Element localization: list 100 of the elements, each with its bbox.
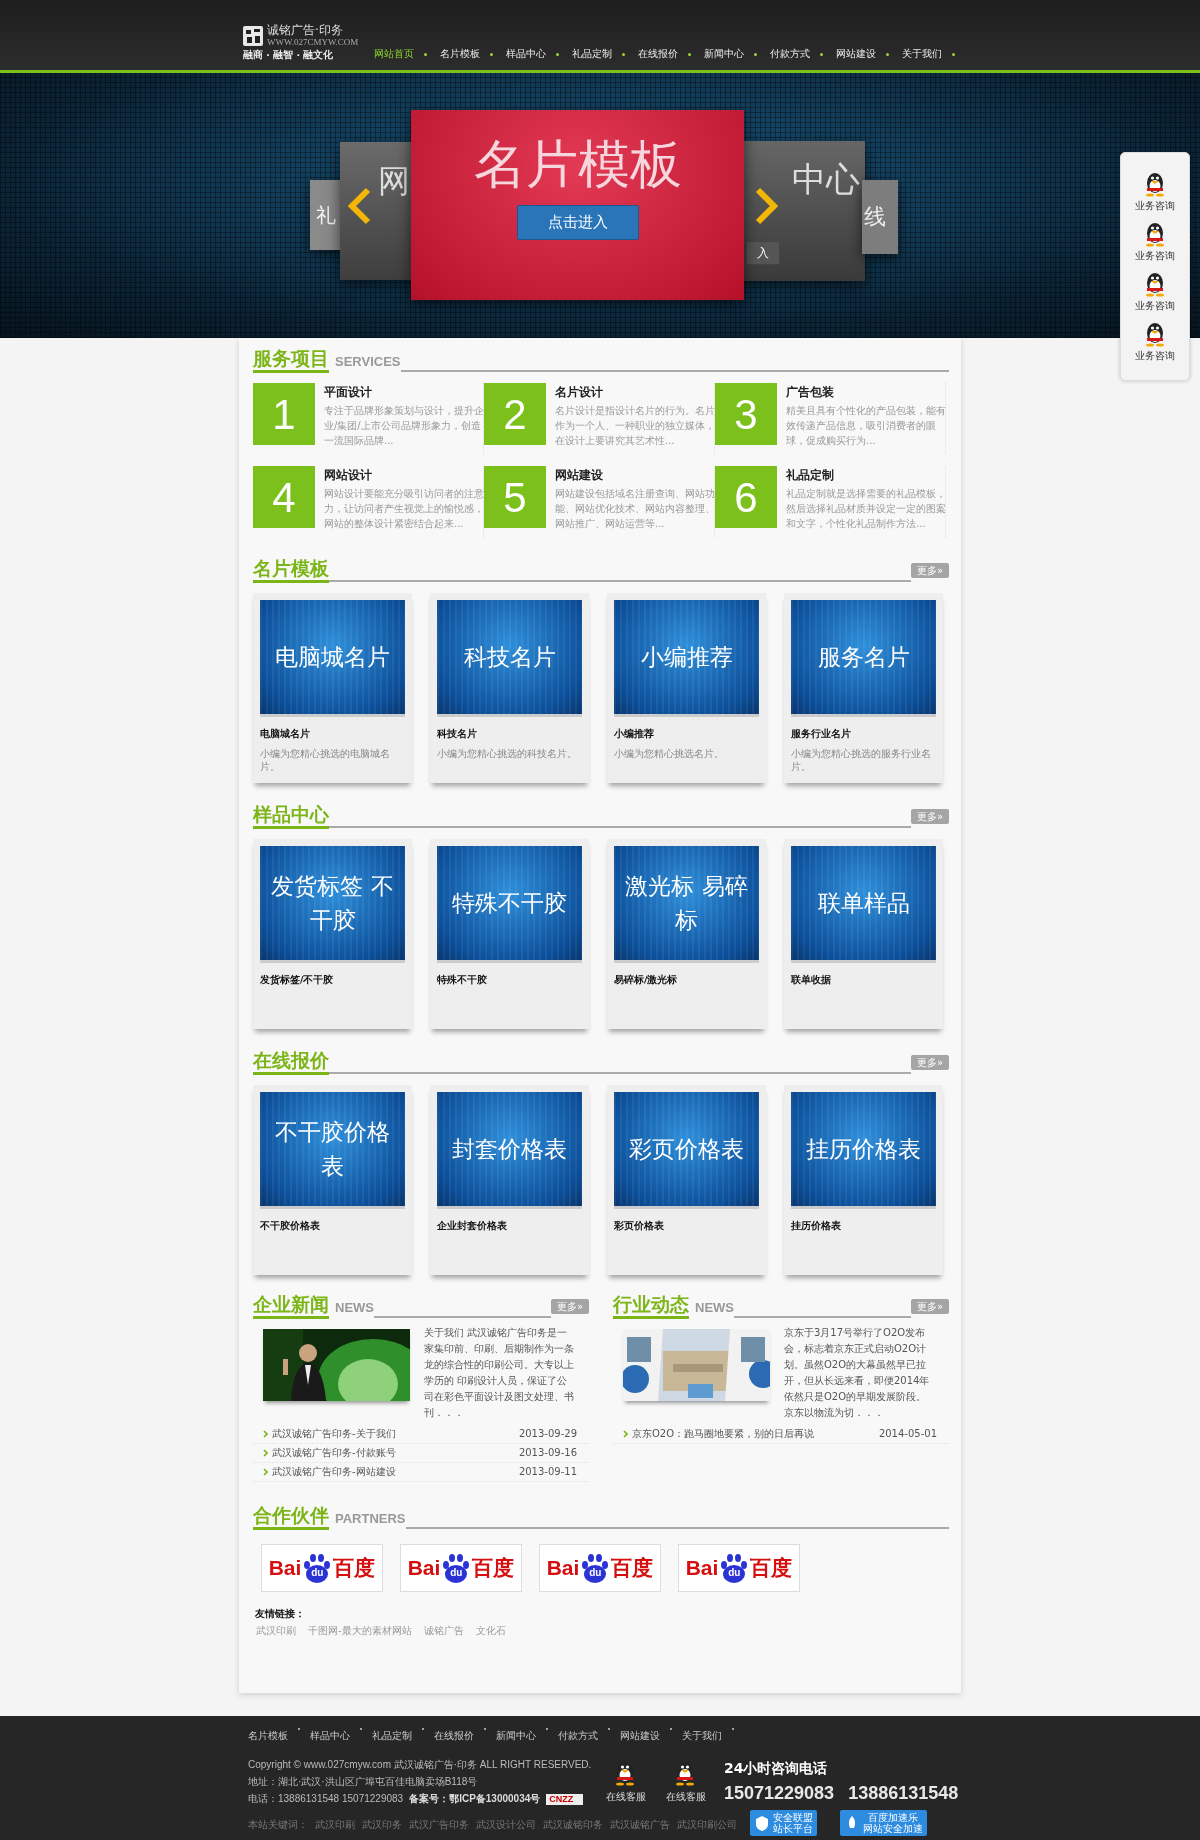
section-subtitle: NEWS bbox=[335, 1300, 374, 1316]
card-image: 发货标签 不干胶 bbox=[260, 846, 405, 963]
nav-link[interactable]: 付款方式 bbox=[770, 47, 831, 61]
consult-button[interactable]: 业务咨询 bbox=[1135, 169, 1175, 213]
nav-link[interactable]: 新闻中心 bbox=[704, 47, 765, 61]
product-card[interactable]: 封套价格表 企业封套价格表 bbox=[430, 1085, 589, 1275]
product-card[interactable]: 电脑城名片 电脑城名片 小编为您精心挑选的电脑城名片。 bbox=[253, 593, 412, 783]
chevron-icon bbox=[263, 1430, 268, 1438]
chevron-icon bbox=[263, 1449, 268, 1457]
service-title[interactable]: 网站设计 bbox=[324, 466, 485, 484]
news-summary: 京东于3月17号举行了O2O发布会，标志着京东正式启动O2O计划。虽然O2O的大幕虽然早已拉开，但从长远来看，即便2014年依然只是O2O的早期发展阶段。京东以物流为切．．． bbox=[784, 1326, 931, 1420]
section-subtitle: SERVICES bbox=[335, 354, 401, 370]
footer-link[interactable]: 网站建设 bbox=[620, 1728, 660, 1743]
partner-logo[interactable]: Bai du 百度 bbox=[678, 1544, 800, 1592]
address-text: 地址：湖北·武汉·洪山区广埠屯百佳电脑卖场B118号 bbox=[248, 1775, 479, 1789]
nav-link[interactable]: 名片模板 bbox=[440, 47, 501, 61]
slide-title: 线 bbox=[864, 204, 886, 230]
partner-logo[interactable]: Bai du 百度 bbox=[261, 1544, 383, 1592]
nav-link[interactable]: 网站首页 bbox=[374, 47, 435, 61]
counter-badge[interactable]: CNZZ bbox=[546, 1794, 584, 1805]
service-title[interactable]: 网站建设 bbox=[555, 466, 716, 484]
number-tile: 6 bbox=[715, 466, 777, 528]
partner-logo[interactable]: Bai du 百度 bbox=[400, 1544, 522, 1592]
card-title: 联单收据 bbox=[791, 973, 832, 987]
product-card[interactable]: 联单样品 联单收据 bbox=[784, 839, 943, 1029]
footer-link[interactable]: 新闻中心 bbox=[496, 1728, 536, 1743]
product-card[interactable]: 特殊不干胶 特殊不干胶 bbox=[430, 839, 589, 1029]
keyword-link[interactable]: 武汉诚铭印务 bbox=[543, 1817, 603, 1832]
number-tile: 3 bbox=[715, 383, 777, 445]
service-description: 精美且具有个性化的产品包装，能有效传递产品信息，吸引消费者的眼球，促成购买行为... bbox=[786, 404, 947, 448]
card-image: 封套价格表 bbox=[437, 1092, 582, 1209]
news-date: 2014-05-01 bbox=[878, 1428, 937, 1440]
nav-link[interactable]: 关于我们 bbox=[902, 47, 963, 61]
footer-link[interactable]: 付款方式 bbox=[558, 1728, 598, 1743]
keyword-link[interactable]: 武汉印务 bbox=[362, 1817, 402, 1832]
service-title[interactable]: 名片设计 bbox=[555, 383, 716, 401]
consult-button[interactable]: 业务咨询 bbox=[1135, 219, 1175, 263]
service-title[interactable]: 礼品定制 bbox=[786, 466, 947, 484]
card-title: 发货标签/不干胶 bbox=[260, 973, 335, 987]
section-subtitle: NEWS bbox=[695, 1300, 734, 1316]
card-title: 彩页价格表 bbox=[614, 1219, 665, 1233]
card-title: 特殊不干胶 bbox=[437, 973, 488, 987]
service-title[interactable]: 广告包装 bbox=[786, 383, 947, 401]
nav-link[interactable]: 样品中心 bbox=[506, 47, 567, 61]
nav-link[interactable]: 礼品定制 bbox=[572, 47, 633, 61]
footer-link[interactable]: 样品中心 bbox=[310, 1728, 350, 1743]
card-title: 易碎标/激光标 bbox=[614, 973, 679, 987]
hotline-number: 15071229083 bbox=[724, 1782, 835, 1805]
news-link[interactable]: 武汉诚铭广告印务-关于我们 bbox=[263, 1428, 396, 1440]
nav-link[interactable]: 在线报价 bbox=[638, 47, 699, 61]
news-link[interactable]: 京东O2O：跑马圈地要紧，别的日后再说 bbox=[623, 1428, 815, 1440]
product-card[interactable]: 彩页价格表 彩页价格表 bbox=[607, 1085, 766, 1275]
hotline-title: 24小时咨询电话 bbox=[724, 1759, 828, 1778]
keyword-link[interactable]: 武汉设计公司 bbox=[476, 1817, 536, 1832]
shield-icon bbox=[754, 1815, 770, 1831]
product-card[interactable]: 激光标 易碎标 易碎标/激光标 bbox=[607, 839, 766, 1029]
card-image: 特殊不干胶 bbox=[437, 846, 582, 963]
footer-link[interactable]: 在线报价 bbox=[434, 1728, 474, 1743]
section-title: 在线报价 bbox=[253, 1048, 329, 1075]
icp-number: 备案号：鄂ICP备13000034号 bbox=[409, 1793, 541, 1804]
nav-link[interactable]: 网站建设 bbox=[836, 47, 897, 61]
product-card[interactable]: 小编推荐 小编推荐 小编为您精心挑选名片。 bbox=[607, 593, 766, 783]
slide-button[interactable]: 入 bbox=[746, 241, 780, 265]
news-link[interactable]: 武汉诚铭广告印务-付款账号 bbox=[263, 1447, 396, 1459]
footer-link[interactable]: 名片模板 bbox=[248, 1728, 288, 1743]
slide-button[interactable]: 点击进入 bbox=[516, 205, 639, 240]
card-description: 小编为您精心挑选的电脑城名片。 bbox=[260, 747, 391, 774]
online-service-button[interactable]: 在线客服 bbox=[600, 1758, 652, 1805]
footer-link[interactable]: 礼品定制 bbox=[372, 1728, 412, 1743]
news-date: 2013-09-11 bbox=[518, 1466, 577, 1478]
trust-badge[interactable]: 百度加速乐 网站安全加速 bbox=[840, 1810, 927, 1836]
slide-title: 名片模板 bbox=[473, 136, 682, 194]
card-image: 小编推荐 bbox=[614, 600, 759, 717]
card-title: 电脑城名片 bbox=[260, 727, 311, 741]
product-card[interactable]: 不干胶价格表 不干胶价格表 bbox=[253, 1085, 412, 1275]
product-card[interactable]: 服务名片 服务行业名片 小编为您精心挑选的服务行业名片。 bbox=[784, 593, 943, 783]
consult-button[interactable]: 业务咨询 bbox=[1135, 269, 1175, 313]
number-tile: 4 bbox=[253, 466, 315, 528]
card-description: 小编为您精心挑选名片。 bbox=[614, 747, 725, 761]
consult-button[interactable]: 业务咨询 bbox=[1135, 319, 1175, 363]
card-image: 联单样品 bbox=[791, 846, 936, 963]
card-description: 小编为您精心挑选的服务行业名片。 bbox=[791, 747, 932, 774]
friend-links-label: 友情链接： bbox=[255, 1607, 306, 1621]
keyword-link[interactable]: 武汉印刷公司 bbox=[677, 1817, 737, 1832]
news-date: 2013-09-29 bbox=[518, 1428, 577, 1440]
product-card[interactable]: 发货标签 不干胶 发货标签/不干胶 bbox=[253, 839, 412, 1029]
service-description: 网站设计要能充分吸引访问者的注意力，让访问者产生视觉上的愉悦感，网站的整体设计紧密结合起来... bbox=[324, 487, 485, 531]
logo-icon bbox=[243, 25, 263, 46]
footer-link[interactable]: 关于我们 bbox=[682, 1728, 722, 1743]
partner-logo[interactable]: Bai du 百度 bbox=[539, 1544, 661, 1592]
product-card[interactable]: 挂历价格表 挂历价格表 bbox=[784, 1085, 943, 1275]
keyword-link[interactable]: 武汉印刷 bbox=[315, 1817, 355, 1832]
service-title[interactable]: 平面设计 bbox=[324, 383, 485, 401]
news-date: 2013-09-16 bbox=[518, 1447, 577, 1459]
product-card[interactable]: 科技名片 科技名片 小编为您精心挑选的科技名片。 bbox=[430, 593, 589, 783]
service-description: 网站建设包括域名注册查询、网站功能、网站优化技术、网站内容整理、网站推广、网站运营等... bbox=[555, 487, 716, 531]
number-tile: 1 bbox=[253, 383, 315, 445]
news-link[interactable]: 武汉诚铭广告印务-网站建设 bbox=[263, 1466, 396, 1478]
trust-badge[interactable]: 安全联盟 站长平台 bbox=[750, 1810, 817, 1836]
online-service-button[interactable]: 在线客服 bbox=[660, 1758, 712, 1805]
